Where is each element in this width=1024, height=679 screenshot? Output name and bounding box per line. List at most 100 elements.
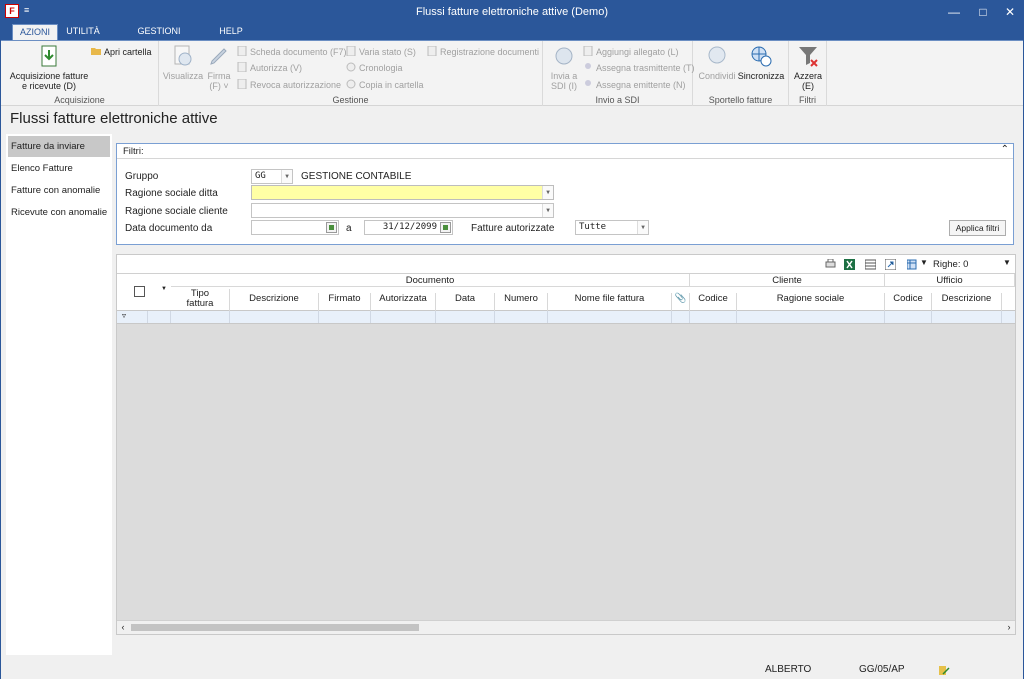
sincronizza-button[interactable]: Sincronizza <box>737 44 785 81</box>
apri-cartella-button[interactable]: Apri cartella <box>91 45 152 59</box>
filter-cell[interactable] <box>171 311 230 323</box>
grid-settings-icon[interactable] <box>907 259 918 270</box>
attachment-column-icon[interactable]: 📎 <box>672 293 690 311</box>
firma-label: Firma (F) ˅ <box>207 71 231 91</box>
filter-cell[interactable] <box>737 311 885 323</box>
collapse-chevron-icon[interactable]: ⌃ <box>1001 144 1009 155</box>
nav-item-ricevute-con-anomalie[interactable]: Ricevute con anomalie <box>8 202 110 223</box>
nav-item-fatture-da-inviare[interactable]: Fatture da inviare <box>8 136 110 157</box>
group-label-sportello: Sportello fatture <box>708 95 773 105</box>
varia-stato-label: Varia stato (S) <box>359 47 416 57</box>
registrazione-documenti-button[interactable]: Registrazione documenti <box>427 45 539 59</box>
applica-filtri-button[interactable]: Applica filtri <box>949 220 1006 236</box>
gruppo-value: GG <box>255 171 266 181</box>
horizontal-scrollbar[interactable]: ‹ › <box>117 620 1015 634</box>
gruppo-description: GESTIONE CONTABILE <box>301 171 412 182</box>
filter-cell[interactable] <box>436 311 495 323</box>
column-tipo-fattura[interactable]: Tipo fattura <box>171 289 230 311</box>
column-ragione-sociale[interactable]: Ragione sociale <box>737 293 885 311</box>
revoke-icon <box>237 79 247 89</box>
assegna-trasmittente-button[interactable]: Assegna trasmittente (T) <box>583 61 695 75</box>
calendar-icon[interactable] <box>440 222 451 233</box>
column-ufficio-descrizione[interactable]: Descrizione <box>932 293 1002 311</box>
invoice-grid: ▼ Righe: 0 ▼ Documento Cliente Ufficio ▼… <box>116 254 1016 635</box>
group-label-gestione: Gestione <box>332 95 369 105</box>
assegna-emittente-label: Assegna emittente (N) <box>596 80 686 90</box>
filter-cell[interactable] <box>134 311 148 323</box>
column-cliente-codice[interactable]: Codice <box>690 293 737 311</box>
chevron-down-icon[interactable]: ▼ <box>542 204 553 217</box>
acquisizione-fatture-button[interactable]: Acquisizione fatture e ricevute (D) <box>5 44 93 91</box>
filter-cell[interactable] <box>885 311 932 323</box>
condividi-button[interactable]: Condividi <box>697 44 737 81</box>
azzera-filtri-button[interactable]: Azzera (E) <box>792 44 824 91</box>
assegna-emittente-button[interactable]: Assegna emittente (N) <box>583 78 686 92</box>
tab-azioni[interactable]: AZIONI <box>12 24 58 40</box>
chevron-down-icon[interactable]: ▼ <box>920 258 928 267</box>
close-button[interactable]: ✕ <box>995 1 1024 23</box>
column-numero[interactable]: Numero <box>495 293 548 311</box>
firma-button[interactable]: Firma (F) ˅ <box>205 44 233 91</box>
data-a-input[interactable]: 31/12/2099 <box>364 220 453 235</box>
scroll-left-icon[interactable]: ‹ <box>117 621 129 634</box>
invia-a-sdi-button[interactable]: Invia a SDI (I) <box>546 44 582 91</box>
import-arrow-icon <box>41 45 57 67</box>
send-icon <box>555 47 573 65</box>
tab-help[interactable]: HELP <box>215 24 247 40</box>
scheda-documento-button[interactable]: Scheda documento (F7) <box>237 45 347 59</box>
filter-cell[interactable] <box>548 311 672 323</box>
grid-header: Documento Cliente Ufficio ▼ Tipo fattura… <box>117 274 1015 311</box>
filter-cell[interactable] <box>690 311 737 323</box>
autorizza-button[interactable]: Autorizza (V) <box>237 61 302 75</box>
rows-dropdown-icon[interactable]: ▼ <box>1003 258 1011 267</box>
column-ufficio-codice[interactable]: Codice <box>885 293 932 311</box>
filter-cell[interactable] <box>148 311 171 323</box>
filter-cell[interactable] <box>371 311 436 323</box>
row-menu-chevron-icon[interactable]: ▼ <box>157 286 171 292</box>
ragione-ditta-input[interactable]: ▼ <box>251 185 554 200</box>
copia-in-cartella-button[interactable]: Copia in cartella <box>346 78 424 92</box>
nav-item-elenco-fatture[interactable]: Elenco Fatture <box>8 158 110 179</box>
revoca-autorizzazione-button[interactable]: Revoca autorizzazione <box>237 78 341 92</box>
filter-cell[interactable] <box>230 311 319 323</box>
export-window-icon[interactable] <box>885 259 896 270</box>
data-da-input[interactable] <box>251 220 339 235</box>
maximize-button[interactable]: □ <box>968 1 998 23</box>
gruppo-select[interactable]: GG ▼ <box>251 169 293 184</box>
aggiungi-allegato-button[interactable]: Aggiungi allegato (L) <box>583 45 679 59</box>
tab-gestioni-correlate[interactable]: GESTIONI CORRELATE <box>111 24 207 51</box>
scrollbar-thumb[interactable] <box>131 624 419 631</box>
column-descrizione[interactable]: Descrizione <box>230 293 319 311</box>
scroll-right-icon[interactable]: › <box>1003 621 1015 634</box>
filter-cell[interactable] <box>672 311 690 323</box>
data-a-value: 31/12/2099 <box>382 222 437 232</box>
columns-icon[interactable] <box>865 259 876 270</box>
filter-row-funnel-icon[interactable]: ▿ <box>122 311 126 320</box>
excel-export-icon[interactable] <box>844 259 855 270</box>
group-header-ufficio: Ufficio <box>885 274 1015 287</box>
ribbon-group-filtri: Azzera (E) Filtri <box>789 41 827 106</box>
filter-cell[interactable] <box>495 311 548 323</box>
chevron-down-icon[interactable]: ▼ <box>542 186 553 199</box>
filter-cell[interactable] <box>932 311 1002 323</box>
folder-icon <box>91 48 101 55</box>
ribbon-group-gestione: Visualizza Firma (F) ˅ Scheda documento … <box>159 41 543 106</box>
print-preview-icon[interactable] <box>825 259 836 270</box>
grid-toolbar: ▼ Righe: 0 ▼ <box>117 255 1015 274</box>
column-nome-file[interactable]: Nome file fattura <box>548 293 672 311</box>
varia-stato-button[interactable]: Varia stato (S) <box>346 45 416 59</box>
autorizzate-select[interactable]: Tutte ▼ <box>575 220 649 235</box>
column-autorizzata[interactable]: Autorizzata <box>371 293 436 311</box>
nav-item-fatture-con-anomalie[interactable]: Fatture con anomalie <box>8 180 110 201</box>
condividi-label: Condividi <box>698 71 736 81</box>
minimize-button[interactable]: — <box>939 1 969 23</box>
ragione-cliente-input[interactable]: ▼ <box>251 203 554 218</box>
calendar-icon[interactable] <box>326 222 337 233</box>
column-data[interactable]: Data <box>436 293 495 311</box>
cronologia-button[interactable]: Cronologia <box>346 61 403 75</box>
select-all-checkbox[interactable] <box>134 286 145 297</box>
filter-cell[interactable] <box>319 311 371 323</box>
column-firmato[interactable]: Firmato <box>319 293 371 311</box>
tab-utilita[interactable]: UTILITÀ <box>63 24 103 40</box>
visualizza-button[interactable]: Visualizza <box>161 44 205 81</box>
